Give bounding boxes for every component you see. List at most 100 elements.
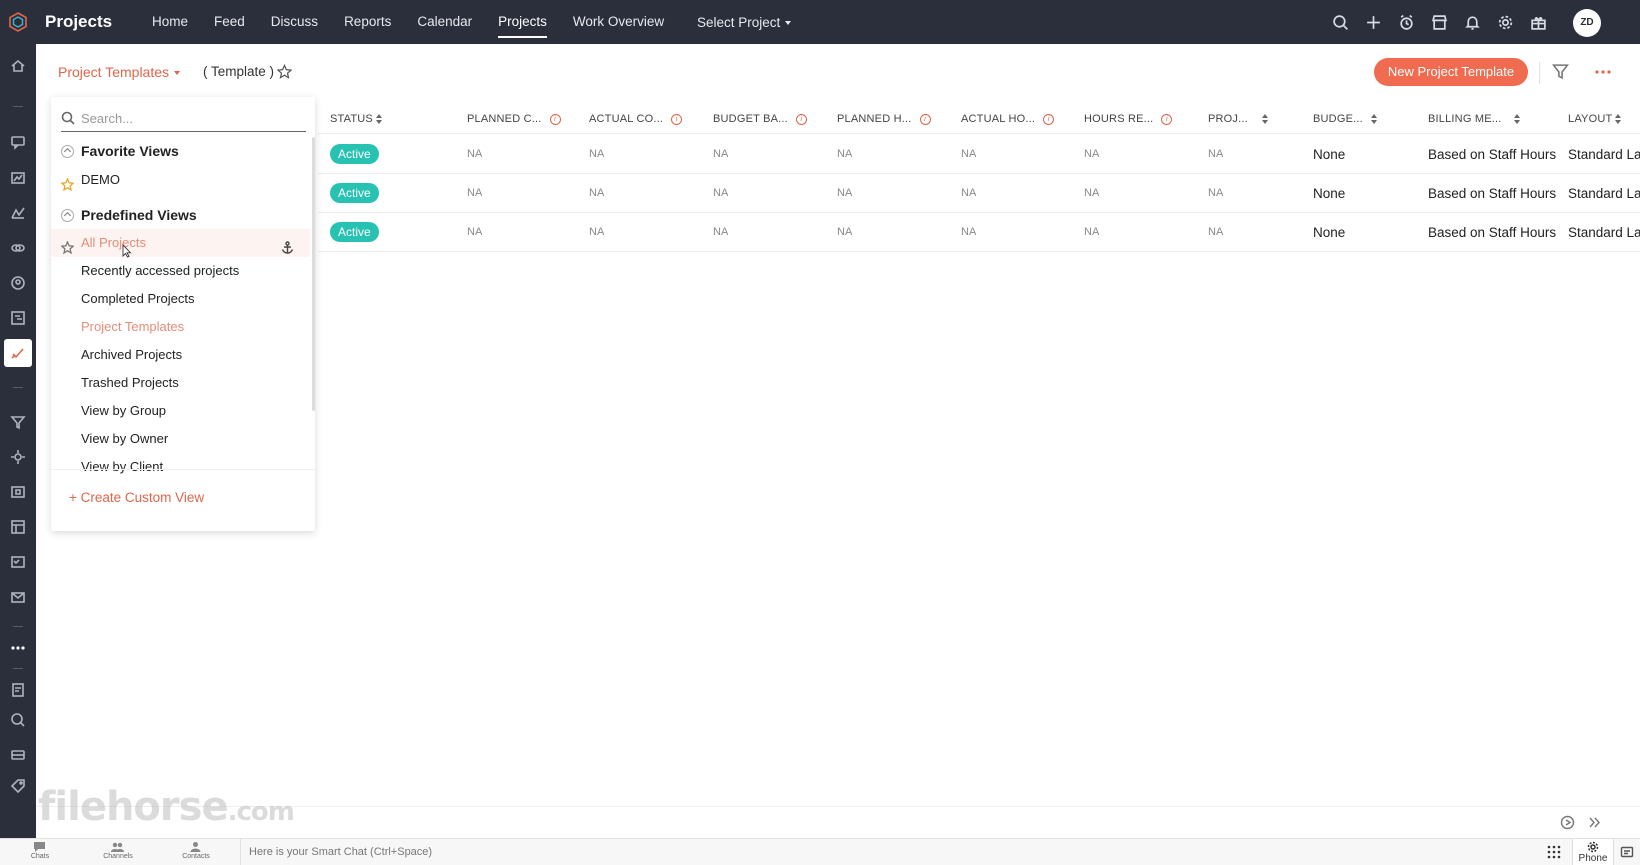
favorite-views-header[interactable]: Favorite Views (61, 140, 179, 162)
board-icon[interactable] (8, 482, 28, 502)
view-item-trashed-projects[interactable]: Trashed Projects (51, 369, 310, 397)
dialpad-icon[interactable] (1546, 844, 1562, 860)
nav-discuss[interactable]: Discuss (258, 0, 331, 44)
star-icon[interactable] (60, 236, 75, 255)
notes-icon[interactable] (8, 680, 28, 700)
sort-icon[interactable] (1370, 114, 1378, 125)
table-cell: NA (1084, 148, 1100, 160)
view-item-demo[interactable]: DEMO (51, 166, 310, 194)
gift-icon[interactable] (1528, 12, 1548, 32)
add-icon[interactable] (1363, 12, 1383, 32)
collapse-icon[interactable] (61, 208, 74, 222)
filter-icon[interactable] (1551, 63, 1570, 81)
view-item-recently-accessed[interactable]: Recently accessed projects (51, 257, 310, 285)
storage-icon[interactable] (8, 745, 28, 765)
column-header-planned-cost[interactable]: PLANNED C... i (467, 104, 561, 134)
panel-scrollbar[interactable] (312, 137, 315, 411)
avatar[interactable]: ZD (1573, 9, 1601, 37)
smart-chat-input[interactable]: Here is your Smart Chat (Ctrl+Space) (240, 839, 1536, 865)
store-icon[interactable] (1429, 12, 1449, 32)
table-row[interactable]: Active NA NA NA NA NA NA NA None Based o… (318, 135, 1640, 174)
nav-calendar[interactable]: Calendar (404, 0, 485, 44)
bell-icon[interactable] (1462, 12, 1482, 32)
table-cell: NA (589, 226, 605, 238)
column-header-billing-method[interactable]: BILLING ME... (1428, 104, 1521, 134)
projects-icon[interactable] (4, 339, 32, 367)
contacts-tab[interactable]: Contacts (156, 839, 236, 865)
chats-tab[interactable]: Chats (0, 839, 80, 865)
table-row[interactable]: Active NA NA NA NA NA NA NA None Based o… (318, 174, 1640, 213)
integrations-icon[interactable] (8, 447, 28, 467)
info-icon[interactable]: i (795, 113, 807, 125)
info-icon[interactable]: i (1043, 113, 1055, 125)
info-icon[interactable]: i (671, 113, 683, 125)
column-header-status[interactable]: STATUS (330, 104, 383, 134)
chat-window-icon[interactable] (1620, 845, 1634, 859)
tag-icon[interactable] (8, 776, 28, 796)
nav-home[interactable]: Home (139, 0, 201, 44)
nav-projects[interactable]: Projects (485, 0, 560, 44)
nav-reports[interactable]: Reports (331, 0, 404, 44)
phone-button[interactable]: Phone (1572, 839, 1614, 865)
app-logo-icon[interactable] (7, 11, 29, 33)
channels-tab[interactable]: Channels (78, 839, 158, 865)
column-header-budget-balance[interactable]: BUDGET BA... i (713, 104, 807, 134)
funnel-icon[interactable] (8, 412, 28, 432)
column-header-planned-hours[interactable]: PLANNED H... i (837, 104, 931, 134)
view-item-archived-projects[interactable]: Archived Projects (51, 341, 310, 369)
sort-icon[interactable] (1513, 114, 1521, 125)
tasks-icon[interactable] (8, 552, 28, 572)
column-header-project[interactable]: PROJ... (1208, 104, 1269, 134)
view-selector[interactable]: Project Templates (58, 64, 181, 80)
mail-icon[interactable] (8, 587, 28, 607)
nav-work-overview[interactable]: Work Overview (560, 0, 677, 44)
table-row[interactable]: Active NA NA NA NA NA NA NA None Based o… (318, 213, 1640, 252)
nav-feed[interactable]: Feed (201, 0, 258, 44)
sort-icon[interactable] (1261, 114, 1269, 125)
column-header-actual-hours[interactable]: ACTUAL HO... i (961, 104, 1055, 134)
column-header-layout[interactable]: LAYOUT (1568, 104, 1622, 134)
search-people-icon[interactable] (8, 273, 28, 293)
more-apps-icon[interactable] (8, 638, 28, 658)
view-item-view-by-owner[interactable]: View by Owner (51, 425, 310, 453)
predefined-views-header[interactable]: Predefined Views (61, 204, 197, 226)
search-icon[interactable] (1330, 12, 1350, 32)
home-icon[interactable] (8, 56, 28, 76)
anchor-icon[interactable] (281, 236, 294, 254)
collapse-icon[interactable] (61, 144, 74, 158)
timer-icon[interactable] (1396, 12, 1416, 32)
gantt-icon[interactable] (8, 308, 28, 328)
column-header-budget[interactable]: BUDGE... (1313, 104, 1378, 134)
new-project-template-button[interactable]: New Project Template (1374, 58, 1528, 86)
sort-icon[interactable] (1615, 114, 1622, 125)
discuss-icon[interactable] (8, 132, 28, 152)
view-item-completed-projects[interactable]: Completed Projects (51, 285, 310, 313)
table-cell: NA (467, 226, 483, 238)
view-item-project-templates[interactable]: Project Templates (51, 313, 310, 341)
table-icon[interactable] (8, 517, 28, 537)
info-icon[interactable]: i (919, 113, 931, 125)
favorite-star-icon[interactable] (276, 63, 293, 80)
select-project-dropdown[interactable]: Select Project (697, 0, 792, 46)
main-nav: Home Feed Discuss Reports Calendar Proje… (139, 0, 677, 44)
table-cell: NA (1208, 187, 1224, 199)
view-item-all-projects[interactable]: All Projects (51, 229, 310, 257)
link-icon[interactable] (8, 238, 28, 258)
views-search-input[interactable] (81, 107, 301, 129)
create-custom-view-link[interactable]: + Create Custom View (69, 490, 204, 505)
table-cell: NA (837, 187, 853, 199)
analytics-icon[interactable] (8, 203, 28, 223)
view-item-view-by-group[interactable]: View by Group (51, 397, 310, 425)
star-icon[interactable] (60, 173, 75, 192)
double-chevron-right-icon[interactable] (1587, 815, 1602, 830)
info-icon[interactable]: i (1161, 113, 1173, 125)
reports-icon[interactable] (8, 168, 28, 188)
column-header-actual-cost[interactable]: ACTUAL CO... i (589, 104, 683, 134)
gear-icon[interactable] (1495, 12, 1515, 32)
column-header-hours-remaining[interactable]: HOURS RE... i (1084, 104, 1173, 134)
sort-icon[interactable] (375, 114, 383, 125)
zoom-icon[interactable] (8, 710, 28, 730)
play-circle-icon[interactable] (1560, 815, 1575, 830)
info-icon[interactable]: i (549, 113, 561, 125)
more-options-icon[interactable] (1594, 64, 1614, 80)
